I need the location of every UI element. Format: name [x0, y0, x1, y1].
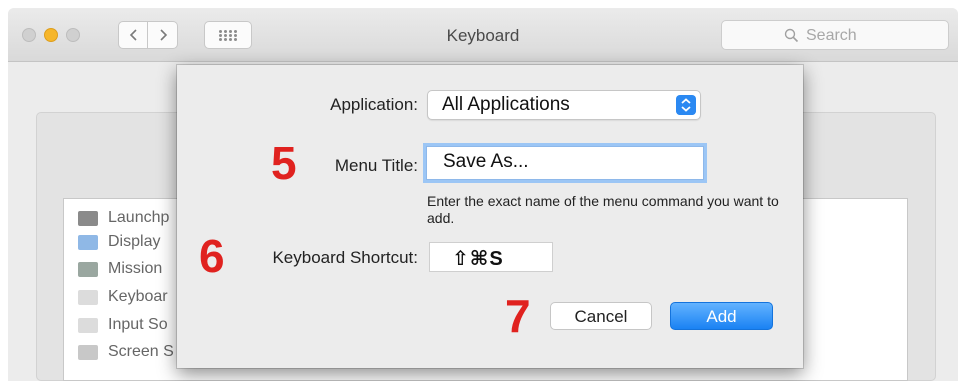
chevron-up-down-icon	[676, 95, 696, 115]
display-icon	[78, 235, 98, 250]
search-field[interactable]: Search	[721, 20, 949, 50]
shortcut-value: ⇧⌘S	[452, 248, 504, 270]
menu-title-value: Save As...	[443, 151, 529, 172]
launchpad-icon	[78, 211, 98, 226]
search-icon	[784, 28, 799, 43]
add-button[interactable]: Add	[670, 302, 773, 330]
cancel-button[interactable]: Cancel	[550, 302, 652, 330]
keyboard-icon	[78, 290, 98, 305]
menu-title-input[interactable]: Save As...	[426, 146, 704, 180]
step-6-annotation: 6	[199, 230, 225, 282]
application-value: All Applications	[442, 94, 570, 115]
step-5-annotation: 5	[271, 137, 297, 189]
title-bar: Keyboard Search	[8, 8, 958, 62]
input-sources-icon	[78, 318, 98, 333]
menu-title-help-text: Enter the exact name of the menu command…	[427, 193, 779, 226]
menu-title-label: Menu Title:	[334, 156, 418, 175]
application-select[interactable]: All Applications	[427, 90, 701, 120]
application-label: Application:	[330, 95, 418, 114]
screen-shot-icon	[78, 345, 98, 360]
keyboard-shortcut-field[interactable]: ⇧⌘S	[429, 242, 553, 272]
mission-control-icon	[78, 262, 98, 277]
step-7-annotation: 7	[505, 290, 531, 342]
search-placeholder: Search	[806, 27, 857, 44]
keyboard-shortcut-label: Keyboard Shortcut:	[272, 248, 418, 267]
add-shortcut-sheet: Application: All Applications 5 Menu Tit…	[177, 65, 803, 368]
